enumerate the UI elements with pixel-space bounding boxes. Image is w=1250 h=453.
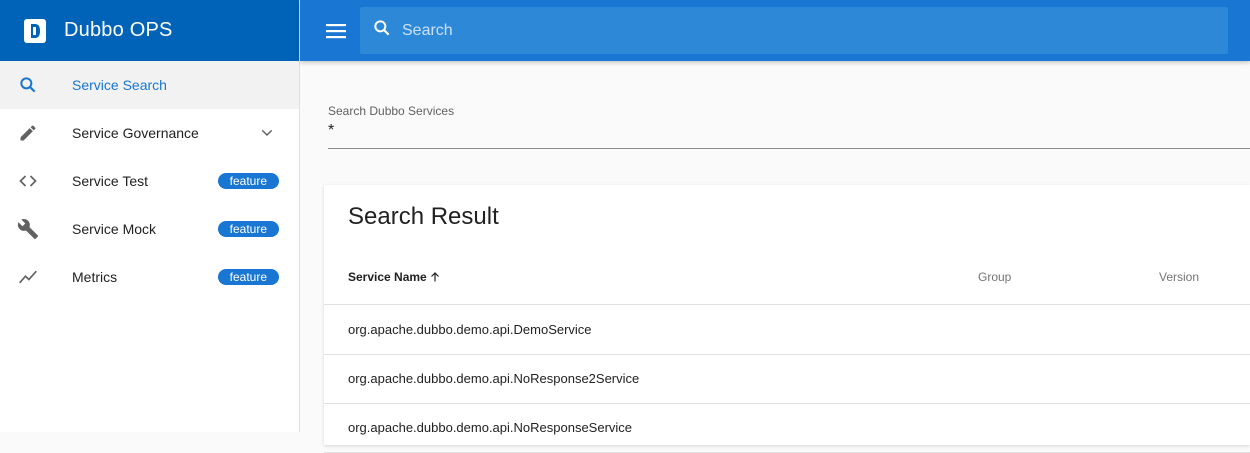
- search-icon: [16, 73, 40, 97]
- sidebar-item-service-search[interactable]: Service Search: [0, 61, 299, 109]
- table-row[interactable]: org.apache.dubbo.demo.api.NoResponseServ…: [324, 404, 1250, 453]
- sidebar-item-service-mock[interactable]: Service Mock feature: [0, 205, 299, 253]
- app-title: Dubbo OPS: [64, 19, 173, 41]
- column-header-group[interactable]: Group: [978, 270, 1011, 284]
- wrench-icon: [16, 217, 40, 241]
- sidebar-item-label: Service Governance: [72, 125, 199, 141]
- sidebar-item-label: Service Test: [72, 173, 148, 189]
- global-search-input[interactable]: [400, 20, 1200, 41]
- code-icon: [16, 169, 40, 193]
- pencil-icon: [16, 121, 40, 145]
- feature-badge: feature: [217, 173, 279, 189]
- sidebar-item-label: Metrics: [72, 269, 118, 285]
- search-result-card: Search Result Service Name Group Version…: [324, 185, 1250, 453]
- service-name-cell: org.apache.dubbo.demo.api.NoResponse2Ser…: [348, 371, 640, 386]
- search-icon: [372, 18, 392, 43]
- column-header-version[interactable]: Version: [1159, 270, 1199, 284]
- global-search-box[interactable]: [360, 7, 1228, 54]
- feature-badge: feature: [217, 269, 279, 285]
- service-search-field[interactable]: Search Dubbo Services *: [328, 104, 1250, 149]
- dubbo-logo-icon: [24, 18, 46, 43]
- feature-badge: feature: [217, 221, 279, 237]
- table-row[interactable]: org.apache.dubbo.demo.api.NoResponse2Ser…: [324, 355, 1250, 404]
- search-result-title: Search Result: [348, 203, 499, 230]
- menu-icon[interactable]: [324, 19, 348, 43]
- table-header: Service Name Group Version: [324, 245, 1250, 305]
- trending-icon: [16, 265, 40, 289]
- table-row[interactable]: org.apache.dubbo.demo.api.DemoService: [324, 306, 1250, 355]
- sidebar: Dubbo OPS Service Search Service Governa…: [0, 0, 300, 432]
- sidebar-item-metrics[interactable]: Metrics feature: [0, 253, 299, 301]
- sidebar-item-service-test[interactable]: Service Test feature: [0, 157, 299, 205]
- service-search-label: Search Dubbo Services: [328, 104, 455, 118]
- sidebar-item-label: Service Mock: [72, 221, 157, 237]
- brand-header: Dubbo OPS: [0, 0, 299, 61]
- service-name-cell: org.apache.dubbo.demo.api.NoResponseServ…: [348, 420, 633, 435]
- column-header-service-name[interactable]: Service Name: [348, 270, 441, 284]
- service-name-cell: org.apache.dubbo.demo.api.DemoService: [348, 322, 592, 337]
- top-app-bar: [300, 0, 1250, 61]
- sidebar-item-service-governance[interactable]: Service Governance: [0, 109, 299, 157]
- main-content: Search Dubbo Services * Search Result Se…: [300, 61, 1250, 453]
- sidebar-item-label: Service Search: [72, 77, 167, 93]
- arrow-up-icon: [430, 272, 439, 282]
- service-search-input[interactable]: *: [328, 120, 1250, 149]
- chevron-down-icon[interactable]: [255, 121, 279, 145]
